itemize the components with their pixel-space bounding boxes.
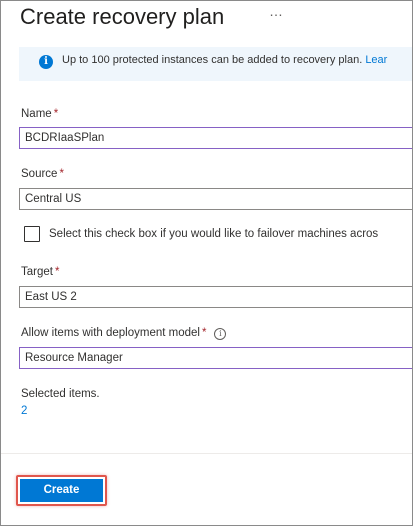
learn-more-link[interactable]: Lear [365, 54, 387, 66]
name-label: Name * [21, 108, 58, 120]
more-options-icon[interactable]: … [269, 3, 284, 19]
info-message: Up to 100 protected instances can be add… [62, 54, 363, 66]
source-dropdown[interactable]: Central US [19, 188, 412, 210]
name-input[interactable]: BCDRIaaSPlan [19, 127, 412, 149]
help-icon[interactable]: i [214, 328, 227, 340]
deployment-model-label-text: Allow items with deployment model [21, 327, 200, 339]
info-text: Up to 100 protected instances can be add… [62, 54, 387, 66]
create-button[interactable]: Create [20, 479, 103, 502]
name-label-text: Name [21, 108, 52, 120]
source-label: Source * [21, 168, 64, 180]
required-marker: * [59, 168, 64, 180]
deployment-model-label: Allow items with deployment model * i [21, 327, 227, 340]
required-marker: * [54, 266, 60, 278]
target-dropdown[interactable]: East US 2 [19, 286, 412, 308]
info-icon: i [39, 55, 53, 69]
deployment-model-dropdown[interactable]: Resource Manager [19, 347, 412, 369]
required-marker: * [201, 327, 207, 339]
create-recovery-plan-panel: Create recovery plan … i Up to 100 prote… [0, 0, 413, 526]
page-title: Create recovery plan [20, 4, 225, 29]
info-banner: i Up to 100 protected instances can be a… [19, 47, 412, 81]
required-marker: * [53, 108, 59, 120]
target-label: Target * [21, 266, 59, 278]
source-label-text: Source [21, 168, 58, 180]
footer-divider [1, 453, 412, 454]
target-label-text: Target [21, 266, 53, 278]
selected-items-count-link[interactable]: 2 [21, 405, 27, 417]
failover-checkbox[interactable] [24, 226, 40, 242]
failover-checkbox-label: Select this check box if you would like … [49, 228, 379, 240]
selected-items-label: Selected items. [21, 388, 100, 400]
